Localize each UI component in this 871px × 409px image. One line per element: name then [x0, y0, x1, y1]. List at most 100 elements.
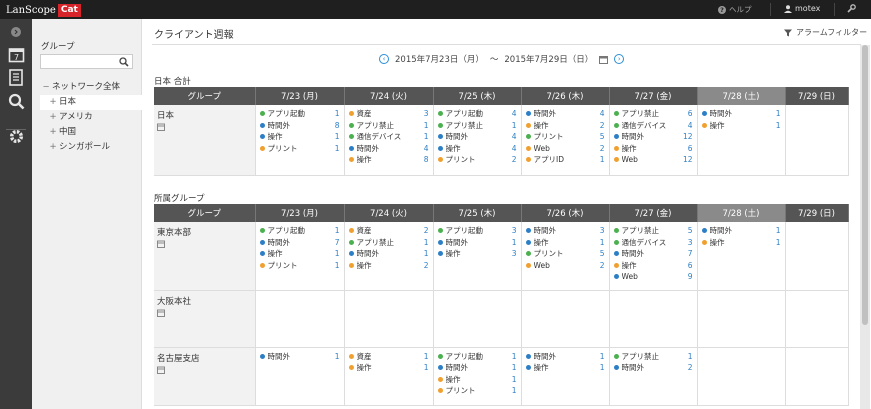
alarm-filter-button[interactable]: アラームフィルター [784, 27, 867, 38]
event-count[interactable]: 1 [335, 352, 340, 361]
search-nav[interactable] [6, 91, 26, 111]
event-item[interactable]: 操作 1 [348, 362, 429, 374]
report-nav[interactable] [6, 67, 26, 87]
event-count[interactable]: 1 [424, 132, 429, 141]
event-item[interactable]: 操作 4 [437, 143, 517, 155]
group-calendar-icon[interactable] [157, 366, 252, 376]
event-item[interactable]: Web 9 [613, 271, 693, 283]
event-count[interactable]: 1 [512, 363, 517, 372]
event-item[interactable]: アプリ禁止 1 [613, 351, 693, 363]
event-count[interactable]: 1 [335, 261, 340, 270]
event-item[interactable]: Web 12 [613, 154, 693, 166]
event-item[interactable]: Web 2 [525, 143, 605, 155]
tree-item[interactable]: + シンガポール [40, 140, 142, 155]
user-menu[interactable]: motex [784, 4, 820, 13]
event-item[interactable]: 通信デバイス 1 [348, 131, 429, 143]
event-count[interactable]: 6 [688, 261, 693, 270]
event-count[interactable]: 3 [424, 109, 429, 118]
collapse-button[interactable] [11, 27, 21, 37]
event-count[interactable]: 2 [512, 155, 517, 164]
event-item[interactable]: 操作 6 [613, 143, 693, 155]
event-count[interactable]: 4 [424, 144, 429, 153]
event-count[interactable]: 1 [335, 132, 340, 141]
event-item[interactable]: アプリ禁止 1 [437, 120, 517, 132]
event-item[interactable]: 時間外 1 [701, 108, 781, 120]
event-item[interactable]: 時間外 4 [348, 143, 429, 155]
event-count[interactable]: 6 [688, 144, 693, 153]
event-item[interactable]: アプリ起動 3 [437, 225, 517, 237]
event-item[interactable]: アプリ禁止 1 [348, 120, 429, 132]
event-item[interactable]: 資産 2 [348, 225, 429, 237]
group-calendar-icon[interactable] [157, 240, 252, 250]
scrollbar-thumb[interactable] [862, 45, 868, 325]
event-count[interactable]: 1 [600, 238, 605, 247]
event-count[interactable]: 1 [335, 226, 340, 235]
event-item[interactable]: アプリ禁止 6 [613, 108, 693, 120]
event-item[interactable]: 時間外 2 [613, 362, 693, 374]
prev-week-button[interactable]: ‹ [379, 54, 389, 64]
event-count[interactable]: 4 [512, 144, 517, 153]
event-item[interactable]: 時間外 8 [259, 120, 340, 132]
event-count[interactable]: 2 [424, 226, 429, 235]
event-count[interactable]: 1 [776, 109, 781, 118]
event-item[interactable]: プリント 5 [525, 131, 605, 143]
event-item[interactable]: Web 2 [525, 260, 605, 272]
event-count[interactable]: 2 [424, 261, 429, 270]
group-calendar-icon[interactable] [157, 123, 252, 133]
event-item[interactable]: 時間外 1 [437, 237, 517, 249]
calendar-nav[interactable]: 7 [6, 44, 26, 64]
event-item[interactable]: アプリID 1 [525, 154, 605, 166]
event-item[interactable]: プリント 1 [259, 260, 340, 272]
event-item[interactable]: 時間外 4 [437, 131, 517, 143]
event-item[interactable]: 通信デバイス 4 [613, 120, 693, 132]
event-item[interactable]: 時間外 4 [525, 108, 605, 120]
event-count[interactable]: 7 [688, 249, 693, 258]
event-count[interactable]: 2 [600, 121, 605, 130]
event-count[interactable]: 2 [600, 144, 605, 153]
event-item[interactable]: 操作 1 [259, 248, 340, 260]
group-name[interactable]: 名古屋支店 [157, 352, 252, 364]
event-count[interactable]: 1 [776, 121, 781, 130]
event-item[interactable]: 操作 1 [437, 374, 517, 386]
event-count[interactable]: 1 [600, 352, 605, 361]
event-count[interactable]: 8 [335, 121, 340, 130]
event-count[interactable]: 4 [688, 121, 693, 130]
event-item[interactable]: 時間外 7 [613, 248, 693, 260]
tree-item[interactable]: + アメリカ [40, 110, 142, 125]
event-item[interactable]: アプリ起動 1 [259, 225, 340, 237]
event-count[interactable]: 5 [688, 226, 693, 235]
group-name[interactable]: 大阪本社 [157, 295, 252, 307]
event-count[interactable]: 4 [600, 109, 605, 118]
event-item[interactable]: 通信デバイス 3 [613, 237, 693, 249]
tools-button[interactable] [846, 4, 856, 16]
next-week-button[interactable]: › [614, 54, 625, 64]
event-count[interactable]: 1 [424, 363, 429, 372]
event-item[interactable]: 時間外 3 [525, 225, 605, 237]
event-count[interactable]: 6 [688, 109, 693, 118]
event-count[interactable]: 12 [683, 155, 693, 164]
event-count[interactable]: 12 [683, 132, 693, 141]
event-item[interactable]: 操作 1 [259, 131, 340, 143]
expand-icon[interactable]: + [47, 140, 59, 155]
event-item[interactable]: プリント 5 [525, 248, 605, 260]
event-count[interactable]: 1 [600, 155, 605, 164]
event-item[interactable]: 時間外 1 [437, 362, 517, 374]
event-count[interactable]: 3 [512, 249, 517, 258]
event-item[interactable]: プリント 1 [259, 143, 340, 155]
expand-icon[interactable]: + [47, 110, 59, 125]
event-count[interactable]: 1 [776, 226, 781, 235]
event-item[interactable]: 操作 2 [525, 120, 605, 132]
event-item[interactable]: アプリ起動 4 [437, 108, 517, 120]
event-item[interactable]: アプリ起動 1 [259, 108, 340, 120]
event-count[interactable]: 1 [335, 249, 340, 258]
event-item[interactable]: アプリ禁止 5 [613, 225, 693, 237]
event-item[interactable]: 時間外 12 [613, 131, 693, 143]
event-count[interactable]: 1 [335, 109, 340, 118]
group-calendar-icon[interactable] [157, 309, 252, 319]
expand-icon[interactable]: + [47, 95, 59, 110]
event-count[interactable]: 1 [512, 386, 517, 395]
event-item[interactable]: アプリ禁止 1 [348, 237, 429, 249]
search-icon[interactable] [119, 57, 129, 67]
expand-icon[interactable]: + [47, 125, 59, 140]
group-search-input[interactable] [40, 54, 133, 69]
